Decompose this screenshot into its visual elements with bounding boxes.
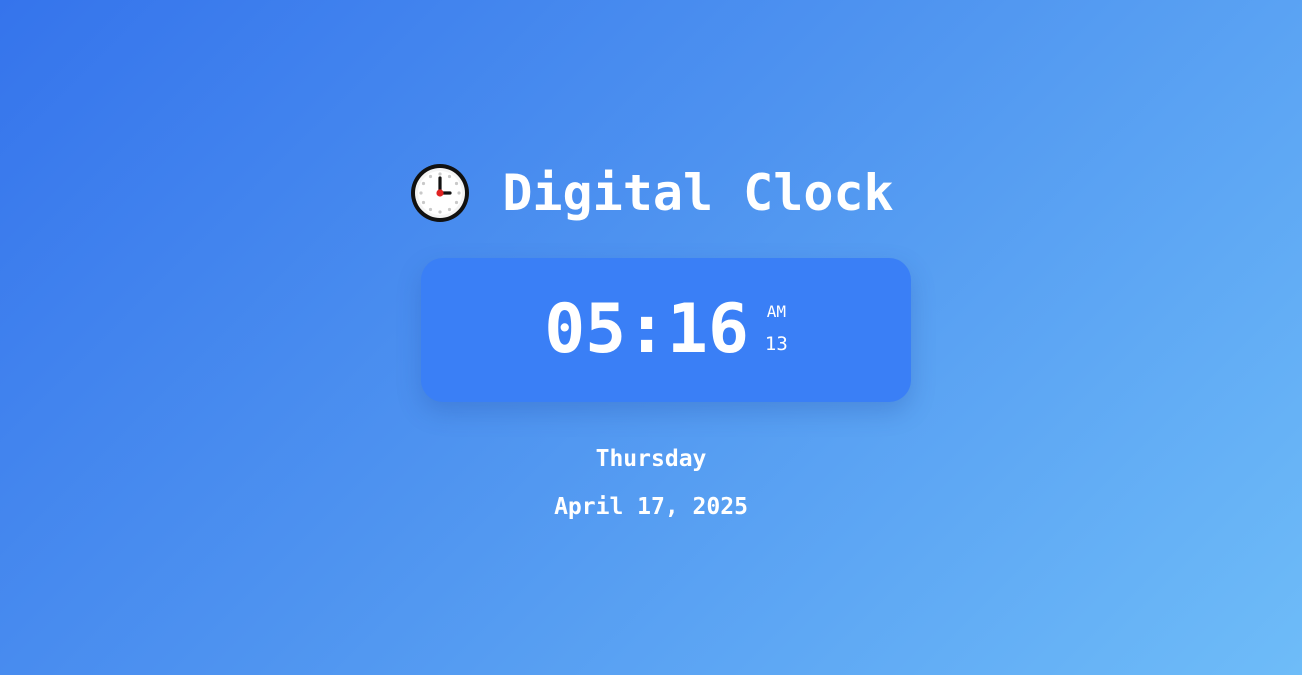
date-label: April 17, 2025 [554, 494, 748, 520]
digital-clock-app: Digital Clock 05:16 AM 13 Thursday April… [0, 0, 1302, 675]
weekday-label: Thursday [595, 446, 707, 472]
time-display: 05:16 [544, 290, 749, 369]
time-meta: AM 13 [765, 301, 788, 357]
clock-icon [408, 161, 472, 225]
time-card: 05:16 AM 13 [421, 258, 911, 402]
header: Digital Clock [0, 158, 1302, 228]
page-title: Digital Clock [502, 164, 894, 222]
seconds-display: 13 [764, 333, 788, 355]
am-pm-indicator: AM [766, 302, 786, 321]
